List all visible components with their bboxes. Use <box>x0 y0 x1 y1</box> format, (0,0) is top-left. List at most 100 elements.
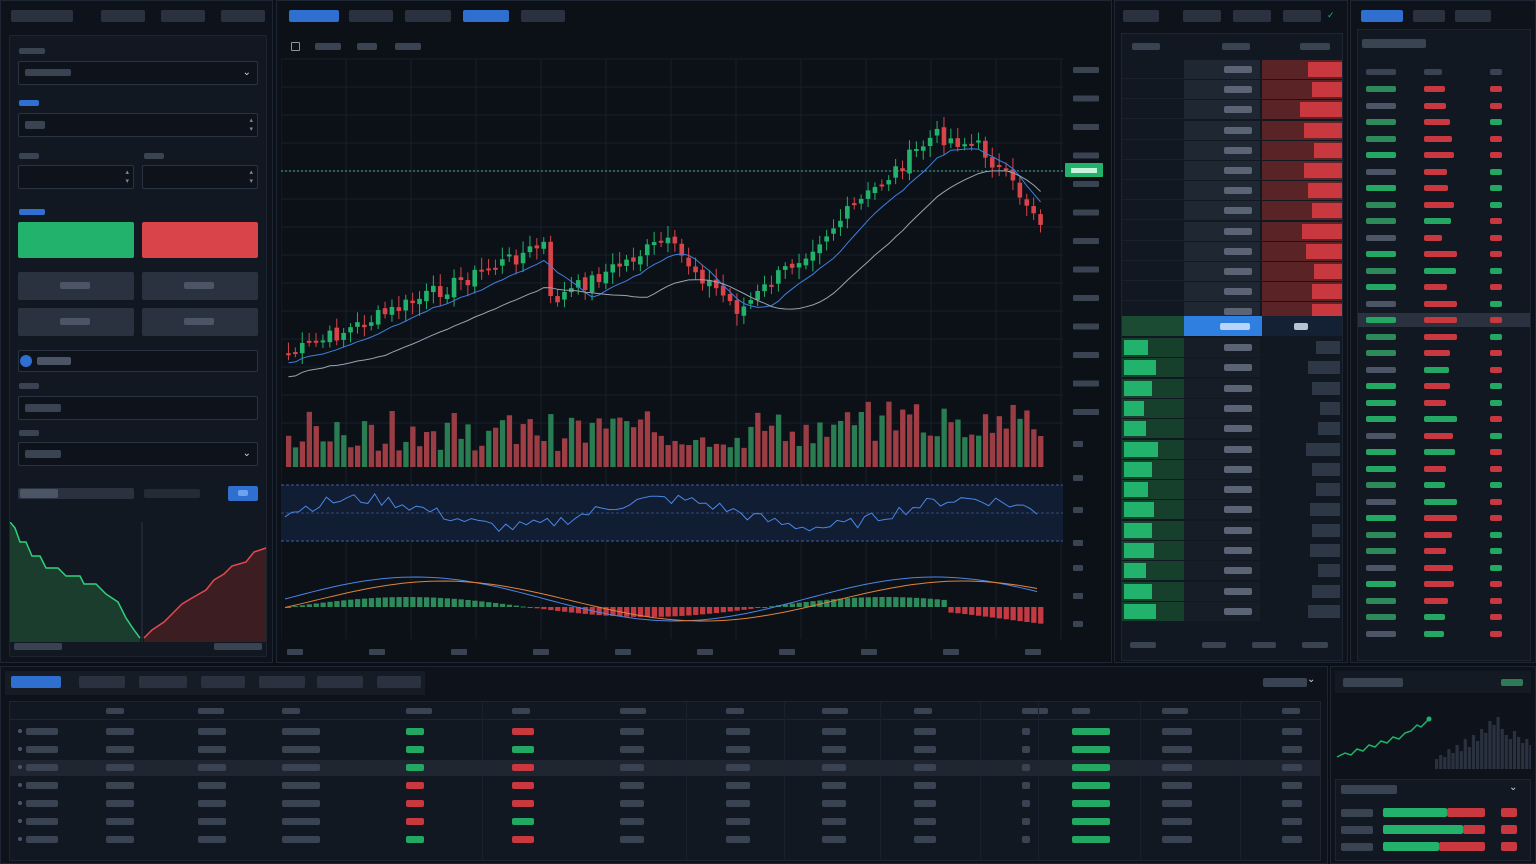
toolbar-item-1[interactable] <box>315 43 341 50</box>
filter-select[interactable] <box>1263 678 1307 687</box>
mini-row[interactable] <box>1341 824 1527 836</box>
chart-tab-3[interactable] <box>405 10 451 22</box>
option-button-1[interactable] <box>18 272 134 300</box>
time-in-force-select[interactable]: ⌄ <box>18 442 258 466</box>
apply-button[interactable] <box>228 486 258 501</box>
positions-tab-3[interactable] <box>139 676 187 688</box>
bid-row[interactable] <box>1122 500 1342 520</box>
positions-tab-2[interactable] <box>79 676 125 688</box>
left-tab-4[interactable] <box>221 10 265 22</box>
table-row[interactable] <box>10 832 1320 848</box>
sell-button[interactable] <box>142 222 258 258</box>
total-input[interactable]: ▴ ▾ <box>142 165 258 189</box>
table-row[interactable] <box>10 814 1320 830</box>
toolbar-item-2[interactable] <box>357 43 377 50</box>
trades-tab-1[interactable] <box>1361 10 1403 22</box>
toolbar-item-3[interactable] <box>395 43 421 50</box>
trade-row[interactable] <box>1358 544 1530 558</box>
checkbox-icon[interactable] <box>291 42 300 51</box>
bid-row[interactable] <box>1122 459 1342 479</box>
chart-tab-2[interactable] <box>349 10 393 22</box>
left-tab-2[interactable] <box>101 10 145 22</box>
trade-row[interactable] <box>1358 165 1530 179</box>
positions-tab-5[interactable] <box>259 676 305 688</box>
stepper-icon[interactable]: ▴ ▾ <box>249 168 253 186</box>
ask-row[interactable] <box>1122 282 1342 302</box>
price-chart[interactable] <box>281 55 1107 659</box>
trade-row[interactable] <box>1358 297 1530 311</box>
ask-row[interactable] <box>1122 80 1342 100</box>
quantity-input[interactable]: ▴ ▾ <box>18 165 134 189</box>
table-row[interactable] <box>10 778 1320 794</box>
ask-row[interactable] <box>1122 241 1342 261</box>
trade-row[interactable] <box>1358 412 1530 426</box>
chart-tab-1[interactable] <box>289 10 339 22</box>
trade-row[interactable] <box>1358 330 1530 344</box>
ask-row[interactable] <box>1122 60 1342 79</box>
left-tab-1[interactable] <box>11 10 73 22</box>
trade-row[interactable] <box>1358 577 1530 591</box>
chevron-down-icon[interactable]: ⌄ <box>1509 782 1517 793</box>
ask-row[interactable] <box>1122 120 1342 140</box>
price-input[interactable]: ▴ ▾ <box>18 113 258 137</box>
bid-row[interactable] <box>1122 480 1342 500</box>
chart-tab-4[interactable] <box>463 10 509 22</box>
buy-button[interactable] <box>18 222 134 258</box>
mini-row[interactable] <box>1341 807 1527 819</box>
ask-row[interactable] <box>1122 140 1342 160</box>
bid-row[interactable] <box>1122 338 1342 357</box>
bid-row[interactable] <box>1122 419 1342 439</box>
bid-row[interactable] <box>1122 601 1342 621</box>
trade-row[interactable] <box>1358 396 1530 410</box>
ob-tab-4[interactable] <box>1283 10 1321 22</box>
trade-row[interactable] <box>1358 478 1530 492</box>
trade-row[interactable] <box>1358 148 1530 162</box>
ask-row[interactable] <box>1122 181 1342 201</box>
trade-row[interactable] <box>1358 231 1530 245</box>
trade-row[interactable] <box>1358 313 1530 327</box>
ob-tab-3[interactable] <box>1233 10 1271 22</box>
positions-tab-1[interactable] <box>11 676 61 688</box>
bid-row[interactable] <box>1122 358 1342 378</box>
ob-tab-2[interactable] <box>1183 10 1221 22</box>
bid-row[interactable] <box>1122 378 1342 398</box>
mini-select[interactable] <box>1501 679 1523 686</box>
ask-row[interactable] <box>1122 262 1342 281</box>
trade-row[interactable] <box>1358 132 1530 146</box>
option-button-2[interactable] <box>142 272 258 300</box>
option-button-4[interactable] <box>142 308 258 336</box>
positions-tab-4[interactable] <box>201 676 245 688</box>
bid-row[interactable] <box>1122 541 1342 560</box>
trade-row[interactable] <box>1358 214 1530 228</box>
trade-row[interactable] <box>1358 462 1530 476</box>
ask-row[interactable] <box>1122 221 1342 241</box>
trade-row[interactable] <box>1358 198 1530 212</box>
option-button-3[interactable] <box>18 308 134 336</box>
trade-row[interactable] <box>1358 495 1530 509</box>
table-row[interactable] <box>10 796 1320 812</box>
toggle-row[interactable] <box>18 350 258 372</box>
trade-row[interactable] <box>1358 99 1530 113</box>
chevron-down-icon[interactable]: ⌄ <box>1307 674 1315 685</box>
order-type-select[interactable]: ⌄ <box>18 61 258 85</box>
trades-tab-3[interactable] <box>1455 10 1491 22</box>
trade-row[interactable] <box>1358 511 1530 525</box>
trade-row[interactable] <box>1358 610 1530 624</box>
trade-row[interactable] <box>1358 115 1530 129</box>
trade-row[interactable] <box>1358 379 1530 393</box>
trade-row[interactable] <box>1358 264 1530 278</box>
table-row[interactable] <box>10 724 1320 740</box>
bid-row[interactable] <box>1122 581 1342 601</box>
bid-row[interactable] <box>1122 398 1342 418</box>
trade-row[interactable] <box>1358 445 1530 459</box>
trade-row[interactable] <box>1358 346 1530 360</box>
check-icon[interactable]: ✓ <box>1327 11 1335 21</box>
trade-row[interactable] <box>1358 82 1530 96</box>
trade-row[interactable] <box>1358 181 1530 195</box>
positions-tab-7[interactable] <box>377 676 421 688</box>
ask-row[interactable] <box>1122 100 1342 120</box>
trade-row[interactable] <box>1358 561 1530 575</box>
ob-tab-1[interactable] <box>1123 10 1159 22</box>
table-row[interactable] <box>10 742 1320 758</box>
stop-input[interactable] <box>18 396 258 420</box>
